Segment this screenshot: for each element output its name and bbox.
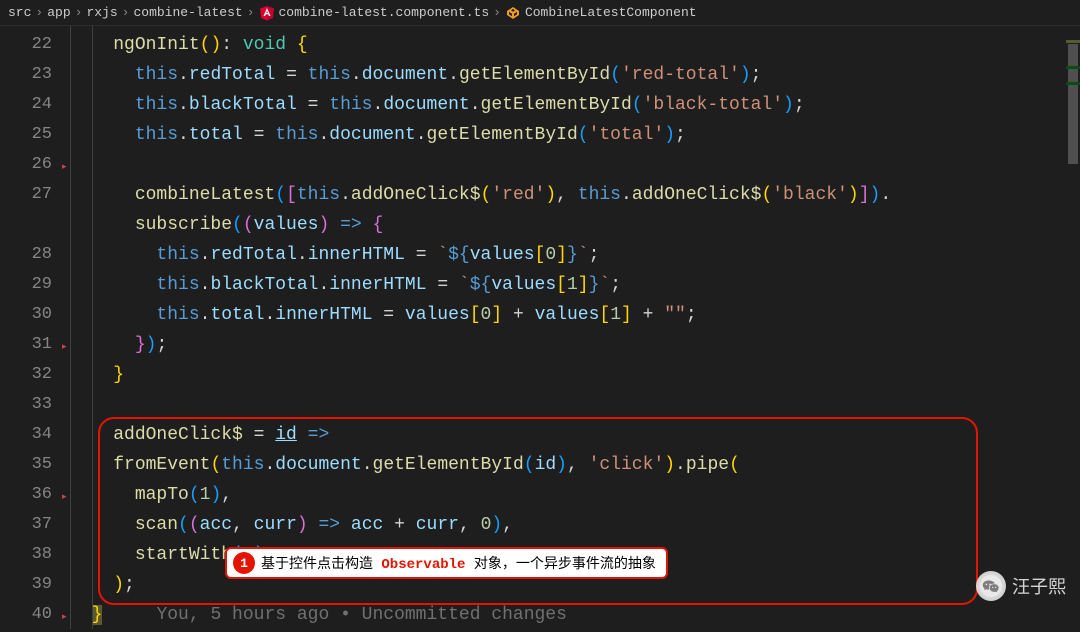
code-line[interactable]: scan((acc, curr) => acc + curr, 0), — [70, 510, 1080, 540]
scrollbar-thumb[interactable] — [1068, 44, 1078, 164]
breadcrumb-item-src[interactable]: src — [8, 5, 31, 20]
line-number: 25 — [0, 120, 52, 150]
angular-icon — [259, 5, 275, 21]
line-number: 33 — [0, 390, 52, 420]
gitlens-annotation: You, 5 hours ago • Uncommitted changes — [156, 605, 566, 625]
breadcrumb-sep: › — [35, 5, 43, 20]
class-icon — [505, 5, 521, 21]
code-line[interactable]: addOneClick$ = id => — [70, 420, 1080, 450]
code-line[interactable]: this.total.innerHTML = values[0] + value… — [70, 300, 1080, 330]
breadcrumb-item-folder[interactable]: combine-latest — [133, 5, 242, 20]
vertical-scrollbar[interactable] — [1066, 26, 1080, 629]
line-number: 37 — [0, 510, 52, 540]
code-line[interactable]: ngOnInit(): void { — [70, 30, 1080, 60]
code-line[interactable]: subscribe((values) => { — [70, 210, 1080, 240]
line-number: ▸26 — [0, 150, 52, 180]
breadcrumb-item-app[interactable]: app — [47, 5, 70, 20]
watermark: 汪子熙 — [976, 571, 1066, 601]
breadcrumb-item-symbol[interactable]: CombineLatestComponent — [505, 5, 697, 21]
breadcrumb-sep: › — [247, 5, 255, 20]
breadcrumb-file-label: combine-latest.component.ts — [279, 5, 490, 20]
code-line[interactable] — [70, 150, 1080, 180]
wechat-icon — [976, 571, 1006, 601]
line-number: 24 — [0, 90, 52, 120]
code-line[interactable]: combineLatest([this.addOneClick$('red'),… — [70, 180, 1080, 210]
line-number: ▸31 — [0, 330, 52, 360]
breadcrumb-sep: › — [75, 5, 83, 20]
line-number: 29 — [0, 270, 52, 300]
line-number: ▸36 — [0, 480, 52, 510]
line-number: 34 — [0, 420, 52, 450]
code-line[interactable]: this.redTotal.innerHTML = `${values[0]}`… — [70, 240, 1080, 270]
code-line[interactable]: } — [70, 360, 1080, 390]
code-line[interactable] — [70, 390, 1080, 420]
annotation-callout: 1 基于控件点击构造 Observable 对象，一个异步事件流的抽象 — [225, 547, 668, 579]
line-number: 28 — [0, 240, 52, 270]
code-line[interactable]: this.redTotal = this.document.getElement… — [70, 60, 1080, 90]
code-line[interactable]: } You, 5 hours ago • Uncommitted changes — [70, 600, 1080, 630]
breadcrumb: src › app › rxjs › combine-latest › comb… — [0, 0, 1080, 26]
line-number: 39 — [0, 570, 52, 600]
line-number: 38 — [0, 540, 52, 570]
code-line[interactable]: this.blackTotal = this.document.getEleme… — [70, 90, 1080, 120]
code-line[interactable]: mapTo(1), — [70, 480, 1080, 510]
code-line[interactable]: this.blackTotal.innerHTML = `${values[1]… — [70, 270, 1080, 300]
line-number-gutter: 22 23 24 25 ▸26 27 28 29 30 ▸31 32 33 34… — [0, 26, 70, 629]
code-editor[interactable]: 22 23 24 25 ▸26 27 28 29 30 ▸31 32 33 34… — [0, 26, 1080, 629]
breadcrumb-symbol-label: CombineLatestComponent — [525, 5, 697, 20]
line-number: 23 — [0, 60, 52, 90]
code-line[interactable]: fromEvent(this.document.getElementById(i… — [70, 450, 1080, 480]
breadcrumb-item-rxjs[interactable]: rxjs — [86, 5, 117, 20]
line-number: 35 — [0, 450, 52, 480]
watermark-text: 汪子熙 — [1012, 573, 1066, 599]
line-number: 27 — [0, 180, 52, 210]
code-line[interactable]: }); — [70, 330, 1080, 360]
line-number: ▸40 — [0, 600, 52, 630]
breadcrumb-sep: › — [122, 5, 130, 20]
annotation-number-badge: 1 — [233, 552, 255, 574]
code-area[interactable]: ngOnInit(): void { this.redTotal = this.… — [70, 26, 1080, 629]
code-line[interactable]: this.total = this.document.getElementByI… — [70, 120, 1080, 150]
line-number: 30 — [0, 300, 52, 330]
line-number — [0, 210, 52, 240]
annotation-text: 基于控件点击构造 Observable 对象，一个异步事件流的抽象 — [261, 553, 656, 573]
breadcrumb-item-file[interactable]: combine-latest.component.ts — [259, 5, 490, 21]
line-number: 32 — [0, 360, 52, 390]
breadcrumb-sep: › — [493, 5, 501, 20]
line-number: 22 — [0, 30, 52, 60]
